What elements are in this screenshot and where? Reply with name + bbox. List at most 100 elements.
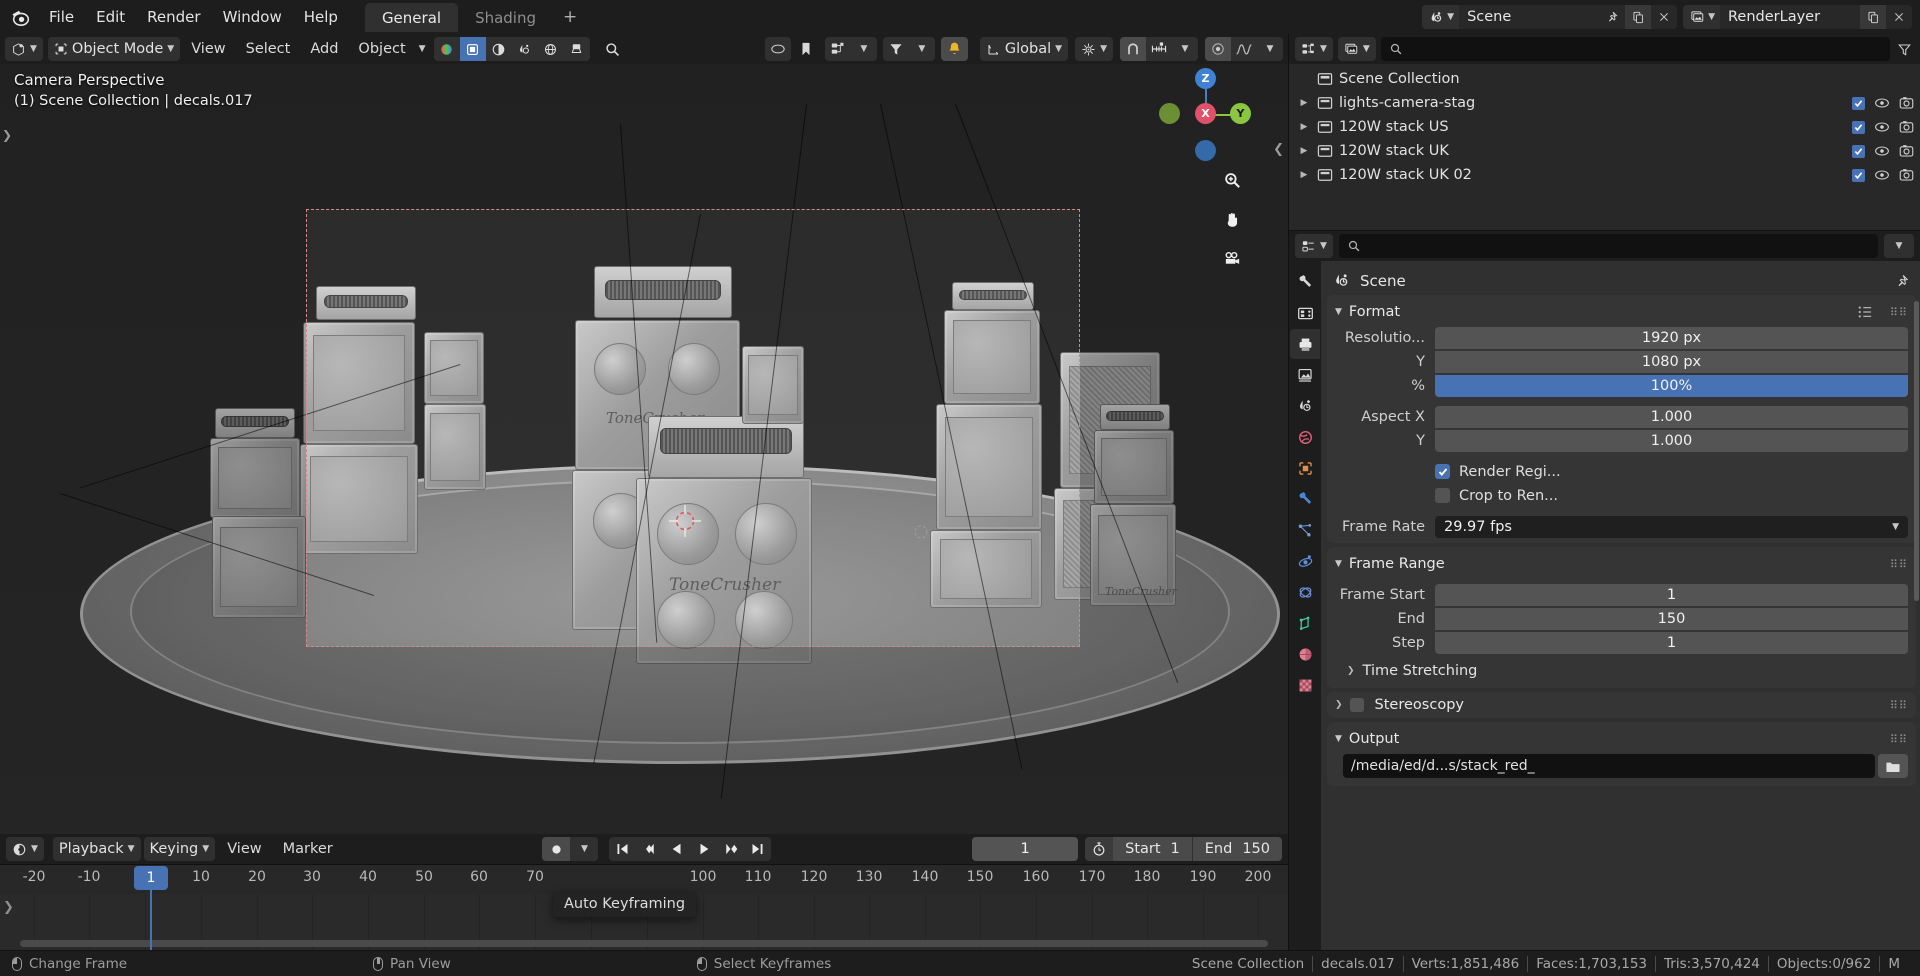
visibility-icon[interactable]	[765, 37, 791, 61]
prev-keyframe-icon[interactable]	[636, 837, 663, 861]
folder-icon[interactable]	[1878, 754, 1908, 778]
stereoscopy-checkbox[interactable]	[1349, 698, 1364, 712]
output-panel-header[interactable]: ▼ Output ⠿⠿	[1327, 726, 1916, 752]
frame-start-field[interactable]: Start 1	[1113, 837, 1192, 861]
properties-options-button[interactable]: ▼	[1884, 234, 1914, 258]
shading-material-preview-icon[interactable]	[486, 37, 512, 61]
blender-logo-icon[interactable]	[4, 0, 38, 34]
tab-shading[interactable]: Shading	[458, 3, 553, 32]
outliner-display-mode-icon[interactable]: ▼	[1295, 37, 1333, 61]
preset-list-icon[interactable]	[1857, 305, 1873, 319]
menu-help[interactable]: Help	[293, 6, 349, 29]
checkbox-enabled[interactable]	[1852, 96, 1865, 110]
object-tab[interactable]	[1290, 453, 1320, 483]
proportional-edit-icon[interactable]	[1205, 37, 1231, 61]
timeline-menu-keying[interactable]: Keying ▼	[143, 837, 216, 861]
format-panel-header[interactable]: ▼ Format ⠿⠿	[1327, 299, 1916, 325]
crop-to-render-region-checkbox[interactable]	[1435, 488, 1450, 503]
chevron-down-icon[interactable]: ▼	[419, 44, 426, 54]
viewport-menu-select[interactable]: Select	[237, 38, 300, 60]
modifier-tab[interactable]	[1290, 484, 1320, 514]
jump-end-icon[interactable]	[744, 837, 771, 861]
properties-search-input[interactable]	[1338, 234, 1878, 258]
camera-render-icon[interactable]	[1899, 96, 1914, 110]
scene-name[interactable]: Scene	[1459, 5, 1600, 29]
shading-solid-icon[interactable]	[459, 37, 486, 61]
scene-tab[interactable]	[1290, 391, 1320, 421]
shading-globe-icon[interactable]	[538, 37, 564, 61]
pivot-point-selector[interactable]: ▼	[1075, 37, 1113, 61]
marker-icon[interactable]	[793, 37, 819, 61]
chevron-right-icon[interactable]: ❯	[2, 128, 12, 142]
proportional-falloff-icon[interactable]	[1231, 37, 1257, 61]
physics-tab[interactable]	[1290, 546, 1320, 576]
triangle-right-icon[interactable]: ▶	[1297, 122, 1311, 132]
texture-tab[interactable]	[1290, 670, 1320, 700]
jump-start-icon[interactable]	[609, 837, 636, 861]
zoom-icon[interactable]	[1216, 164, 1248, 196]
filter-icon[interactable]	[883, 37, 909, 61]
gizmo-ball-neg-z[interactable]	[1195, 140, 1216, 161]
shading-brush-icon[interactable]	[564, 37, 590, 61]
timeline-editor-icon[interactable]: ▼	[6, 837, 44, 861]
grip-dots-icon[interactable]: ⠿⠿	[1890, 558, 1908, 571]
frame-step-field[interactable]: 1	[1435, 631, 1908, 654]
filter-icon[interactable]	[1895, 42, 1914, 57]
outliner-row[interactable]: ▶ 120W stack US	[1289, 115, 1920, 139]
chevron-down-icon[interactable]: ▼	[1172, 37, 1198, 61]
frame-range-panel-header[interactable]: ▼ Frame Range ⠿⠿	[1327, 551, 1916, 577]
close-scene-button[interactable]	[1651, 5, 1678, 29]
frame-rate-dropdown[interactable]: 29.97 fps ▼	[1435, 515, 1908, 538]
properties-content[interactable]: Scene ▼ Format ⠿⠿ Resolutio... 1920 px Y…	[1321, 261, 1920, 950]
new-viewlayer-button[interactable]	[1860, 5, 1886, 29]
object-mode-selector[interactable]: Object Mode ▼	[47, 37, 181, 61]
triangle-right-icon[interactable]: ▶	[1297, 170, 1311, 180]
resolution-y-field[interactable]: 1080 px	[1435, 350, 1908, 373]
chevron-right-icon[interactable]: ❯	[3, 900, 14, 915]
shading-wireframe-icon[interactable]	[434, 37, 460, 61]
grip-dots-icon[interactable]: ⠿⠿	[1890, 306, 1908, 319]
properties-editor-icon[interactable]: ▼	[1295, 234, 1333, 258]
frame-end-field[interactable]: End 150	[1192, 837, 1283, 861]
scene-icon[interactable]: ▼	[1422, 5, 1460, 29]
playhead-frame-label[interactable]: 1	[134, 866, 168, 890]
viewport-menu-view[interactable]: View	[182, 38, 234, 60]
outliner-tree[interactable]: Scene Collection ▶ lights-camera-stag ▶ …	[1289, 64, 1920, 230]
timeline-menu-playback[interactable]: Playback ▼	[52, 837, 141, 861]
render-layers-icon[interactable]: ▼	[1683, 5, 1720, 29]
output-tab[interactable]	[1290, 329, 1320, 359]
eye-icon[interactable]	[1874, 121, 1890, 133]
eye-icon[interactable]	[1874, 169, 1890, 181]
gizmo-ball-z[interactable]: Z	[1195, 68, 1216, 89]
eye-icon[interactable]	[1874, 145, 1890, 157]
frame-start-field[interactable]: 1	[1435, 583, 1908, 606]
gizmo-ball-x[interactable]: X	[1195, 103, 1216, 124]
shading-rendered-icon[interactable]	[512, 37, 538, 61]
material-tab[interactable]	[1290, 639, 1320, 669]
timeline-menu-marker[interactable]: Marker	[274, 838, 342, 860]
viewlayer-name[interactable]: RenderLayer	[1720, 5, 1860, 29]
add-workspace-button[interactable]: +	[553, 2, 587, 32]
3d-viewport[interactable]: ToneCrusher ToneCrusher Camera Perspecti…	[0, 64, 1288, 834]
outliner-row[interactable]: ▶ 120W stack UK	[1289, 139, 1920, 163]
chevron-down-icon[interactable]: ▼	[909, 37, 935, 61]
aspect-x-field[interactable]: 1.000	[1435, 405, 1908, 428]
new-scene-button[interactable]	[1625, 5, 1652, 29]
gizmo-ball-y[interactable]: Y	[1230, 103, 1251, 124]
close-viewlayer-button[interactable]	[1886, 5, 1912, 29]
next-keyframe-icon[interactable]	[717, 837, 744, 861]
timeline-menu-view[interactable]: View	[218, 838, 270, 860]
data-tab[interactable]	[1290, 608, 1320, 638]
render-region-checkbox[interactable]	[1435, 464, 1450, 479]
record-keying-icon[interactable]	[542, 837, 571, 861]
output-path-field[interactable]: /media/ed/d...s/stack_red_	[1343, 754, 1875, 778]
triangle-right-icon[interactable]: ▶	[1297, 146, 1311, 156]
viewport-menu-add[interactable]: Add	[301, 38, 347, 60]
notification-bell-icon[interactable]	[940, 37, 968, 61]
outliner-id-filter-icon[interactable]: ▼	[1337, 37, 1376, 61]
menu-edit[interactable]: Edit	[85, 6, 136, 29]
search-icon[interactable]	[598, 37, 627, 61]
resolution-percent-field[interactable]: 100%	[1435, 374, 1908, 397]
current-frame-field[interactable]: 1	[972, 837, 1079, 861]
camera-render-icon[interactable]	[1899, 120, 1914, 134]
